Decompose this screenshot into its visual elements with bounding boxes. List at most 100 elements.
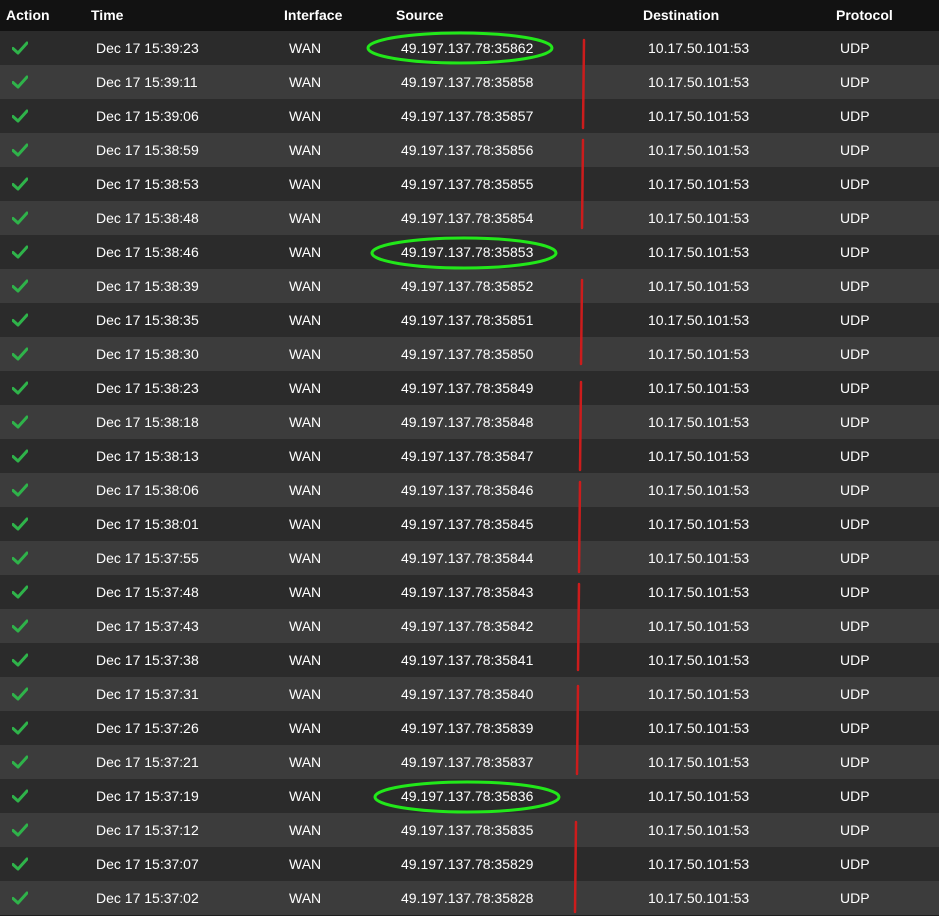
cell-source: 49.197.137.78:35850 xyxy=(401,346,534,362)
check-icon xyxy=(12,619,28,633)
cell-protocol: UDP xyxy=(840,822,870,838)
cell-interface: WAN xyxy=(289,40,322,56)
cell-destination: 10.17.50.101:53 xyxy=(648,890,750,906)
cell-protocol: UDP xyxy=(840,584,870,600)
cell-time: Dec 17 15:37:55 xyxy=(96,550,199,566)
cell-interface: WAN xyxy=(289,244,322,260)
cell-protocol: UDP xyxy=(840,346,870,362)
cell-protocol: UDP xyxy=(840,482,870,498)
cell-protocol: UDP xyxy=(840,550,870,566)
cell-destination: 10.17.50.101:53 xyxy=(648,788,750,804)
cell-destination: 10.17.50.101:53 xyxy=(648,210,750,226)
cell-protocol: UDP xyxy=(840,788,870,804)
cell-protocol: UDP xyxy=(840,856,870,872)
table-row[interactable]: Dec 17 15:37:26 WAN 49.197.137.78:35839 10.… xyxy=(0,711,939,745)
table-row[interactable]: Dec 17 15:38:53 WAN 49.197.137.78:35855 10.… xyxy=(0,167,939,201)
cell-destination: 10.17.50.101:53 xyxy=(648,108,750,124)
table-row[interactable]: Dec 17 15:37:31 WAN 49.197.137.78:35840 10.… xyxy=(0,677,939,711)
table-row[interactable]: Dec 17 15:37:21 WAN 49.197.137.78:35837 10.… xyxy=(0,745,939,779)
check-icon xyxy=(12,551,28,565)
table-row[interactable]: Dec 17 15:39:11 WAN 49.197.137.78:35858 10.… xyxy=(0,65,939,99)
cell-source: 49.197.137.78:35829 xyxy=(401,856,534,872)
table-row[interactable]: Dec 17 15:37:55 WAN 49.197.137.78:35844 10.… xyxy=(0,541,939,575)
table-row[interactable]: Dec 17 15:37:48 WAN 49.197.137.78:35843 10.… xyxy=(0,575,939,609)
header-interface[interactable]: Interface xyxy=(284,7,342,23)
cell-source: 49.197.137.78:35846 xyxy=(401,482,534,498)
header-action[interactable]: Action xyxy=(6,7,50,23)
table-row[interactable]: Dec 17 15:37:19 WAN 49.197.137.78:35836 10.… xyxy=(0,779,939,813)
cell-time: Dec 17 15:38:53 xyxy=(96,176,199,192)
cell-protocol: UDP xyxy=(840,652,870,668)
check-icon xyxy=(12,585,28,599)
table-row[interactable]: Dec 17 15:38:30 WAN 49.197.137.78:35850 10.… xyxy=(0,337,939,371)
check-icon xyxy=(12,415,28,429)
cell-interface: WAN xyxy=(289,414,322,430)
cell-protocol: UDP xyxy=(840,108,870,124)
cell-destination: 10.17.50.101:53 xyxy=(648,720,750,736)
table-row[interactable]: Dec 17 15:37:02 WAN 49.197.137.78:35828 10.… xyxy=(0,881,939,915)
table-row[interactable]: Dec 17 15:38:46 WAN 49.197.137.78:35853 10.… xyxy=(0,235,939,269)
table-row[interactable]: Dec 17 15:38:39 WAN 49.197.137.78:35852 10.… xyxy=(0,269,939,303)
cell-source: 49.197.137.78:35843 xyxy=(401,584,534,600)
cell-protocol: UDP xyxy=(840,686,870,702)
cell-destination: 10.17.50.101:53 xyxy=(648,142,750,158)
check-icon xyxy=(12,687,28,701)
cell-destination: 10.17.50.101:53 xyxy=(648,40,750,56)
check-icon xyxy=(12,211,28,225)
check-icon xyxy=(12,347,28,361)
cell-source: 49.197.137.78:35856 xyxy=(401,142,534,158)
table-row[interactable]: Dec 17 15:38:48 WAN 49.197.137.78:35854 10.… xyxy=(0,201,939,235)
cell-protocol: UDP xyxy=(840,720,870,736)
cell-time: Dec 17 15:38:01 xyxy=(96,516,199,532)
table-row[interactable]: Dec 17 15:38:59 WAN 49.197.137.78:35856 10.… xyxy=(0,133,939,167)
table-row[interactable]: Dec 17 15:37:07 WAN 49.197.137.78:35829 10.… xyxy=(0,847,939,881)
cell-protocol: UDP xyxy=(840,74,870,90)
cell-destination: 10.17.50.101:53 xyxy=(648,74,750,90)
table-row[interactable]: Dec 17 15:38:01 WAN 49.197.137.78:35845 10.… xyxy=(0,507,939,541)
cell-time: Dec 17 15:37:43 xyxy=(96,618,199,634)
table-row[interactable]: Dec 17 15:38:35 WAN 49.197.137.78:35851 10.… xyxy=(0,303,939,337)
cell-interface: WAN xyxy=(289,448,322,464)
cell-time: Dec 17 15:37:02 xyxy=(96,890,199,906)
cell-protocol: UDP xyxy=(840,312,870,328)
cell-destination: 10.17.50.101:53 xyxy=(648,822,750,838)
table-row[interactable]: Dec 17 15:38:18 WAN 49.197.137.78:35848 10.… xyxy=(0,405,939,439)
table-row[interactable]: Dec 17 15:38:13 WAN 49.197.137.78:35847 10.… xyxy=(0,439,939,473)
header-source[interactable]: Source xyxy=(396,7,443,23)
table-row[interactable]: Dec 17 15:38:06 WAN 49.197.137.78:35846 10.… xyxy=(0,473,939,507)
cell-time: Dec 17 15:38:59 xyxy=(96,142,199,158)
cell-interface: WAN xyxy=(289,856,322,872)
table-row[interactable]: Dec 17 15:39:06 WAN 49.197.137.78:35857 10.… xyxy=(0,99,939,133)
cell-source: 49.197.137.78:35840 xyxy=(401,686,534,702)
check-icon xyxy=(12,177,28,191)
cell-interface: WAN xyxy=(289,346,322,362)
cell-interface: WAN xyxy=(289,890,322,906)
cell-time: Dec 17 15:38:23 xyxy=(96,380,199,396)
check-icon xyxy=(12,653,28,667)
cell-source: 49.197.137.78:35855 xyxy=(401,176,534,192)
cell-destination: 10.17.50.101:53 xyxy=(648,516,750,532)
cell-interface: WAN xyxy=(289,754,322,770)
table-row[interactable]: Dec 17 15:38:23 WAN 49.197.137.78:35849 10.… xyxy=(0,371,939,405)
cell-protocol: UDP xyxy=(840,754,870,770)
header-protocol[interactable]: Protocol xyxy=(836,7,893,23)
firewall-log-table: Action Time Interface Source Destination… xyxy=(0,0,939,915)
table-row[interactable]: Dec 17 15:39:23 WAN 49.197.137.78:35862 10.… xyxy=(0,31,939,65)
cell-destination: 10.17.50.101:53 xyxy=(648,652,750,668)
check-icon xyxy=(12,279,28,293)
cell-interface: WAN xyxy=(289,210,322,226)
cell-source: 49.197.137.78:35854 xyxy=(401,210,534,226)
table-row[interactable]: Dec 17 15:37:12 WAN 49.197.137.78:35835 10.… xyxy=(0,813,939,847)
cell-source: 49.197.137.78:35839 xyxy=(401,720,534,736)
cell-time: Dec 17 15:38:35 xyxy=(96,312,199,328)
header-time[interactable]: Time xyxy=(91,7,123,23)
cell-time: Dec 17 15:39:23 xyxy=(96,40,199,56)
header-destination[interactable]: Destination xyxy=(643,7,719,23)
check-icon xyxy=(12,381,28,395)
table-row[interactable]: Dec 17 15:37:38 WAN 49.197.137.78:35841 10.… xyxy=(0,643,939,677)
cell-source: 49.197.137.78:35852 xyxy=(401,278,534,294)
cell-protocol: UDP xyxy=(840,210,870,226)
table-row[interactable]: Dec 17 15:37:43 WAN 49.197.137.78:35842 10.… xyxy=(0,609,939,643)
cell-destination: 10.17.50.101:53 xyxy=(648,244,750,260)
cell-interface: WAN xyxy=(289,176,322,192)
